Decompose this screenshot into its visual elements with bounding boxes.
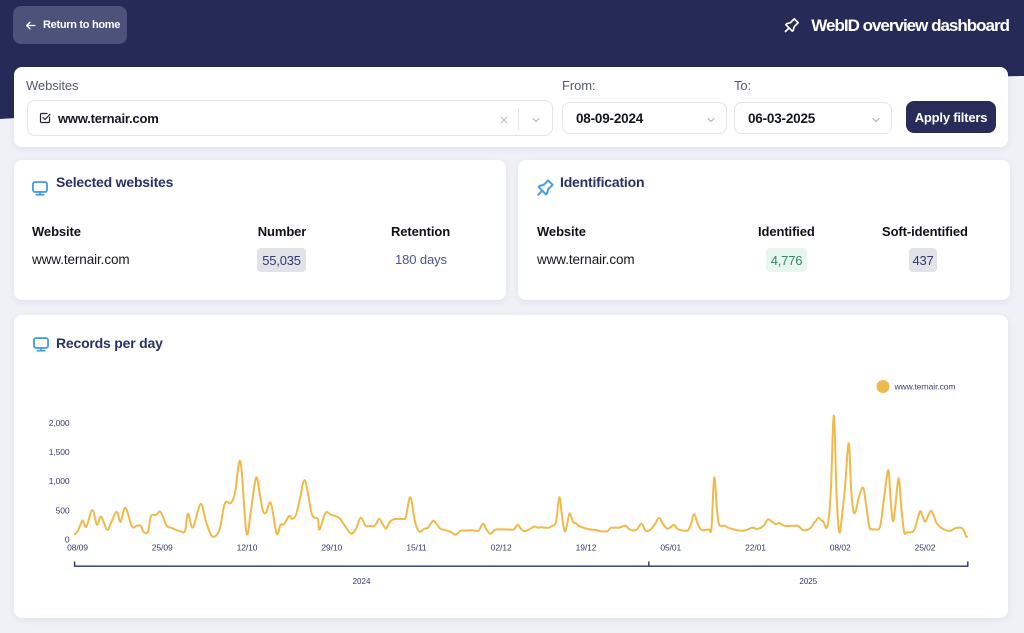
- svg-text:15/11: 15/11: [406, 543, 427, 553]
- svg-text:500: 500: [56, 505, 70, 515]
- svg-text:2025: 2025: [799, 577, 817, 586]
- svg-text:2024: 2024: [353, 577, 371, 586]
- svg-text:08/09: 08/09: [67, 543, 88, 553]
- svg-text:1,500: 1,500: [49, 447, 70, 457]
- svg-text:05/01: 05/01: [660, 543, 681, 553]
- svg-text:25/02: 25/02: [915, 543, 936, 553]
- svg-text:1,000: 1,000: [49, 476, 70, 486]
- svg-text:02/12: 02/12: [491, 543, 512, 553]
- svg-text:19/12: 19/12: [576, 543, 597, 553]
- svg-text:www.ternair.com: www.ternair.com: [894, 382, 956, 392]
- svg-text:12/10: 12/10: [237, 543, 258, 553]
- svg-text:2,000: 2,000: [49, 418, 70, 428]
- svg-text:22/01: 22/01: [745, 543, 766, 553]
- svg-text:29/10: 29/10: [321, 543, 342, 553]
- svg-text:08/02: 08/02: [830, 543, 851, 553]
- svg-text:25/09: 25/09: [152, 543, 173, 553]
